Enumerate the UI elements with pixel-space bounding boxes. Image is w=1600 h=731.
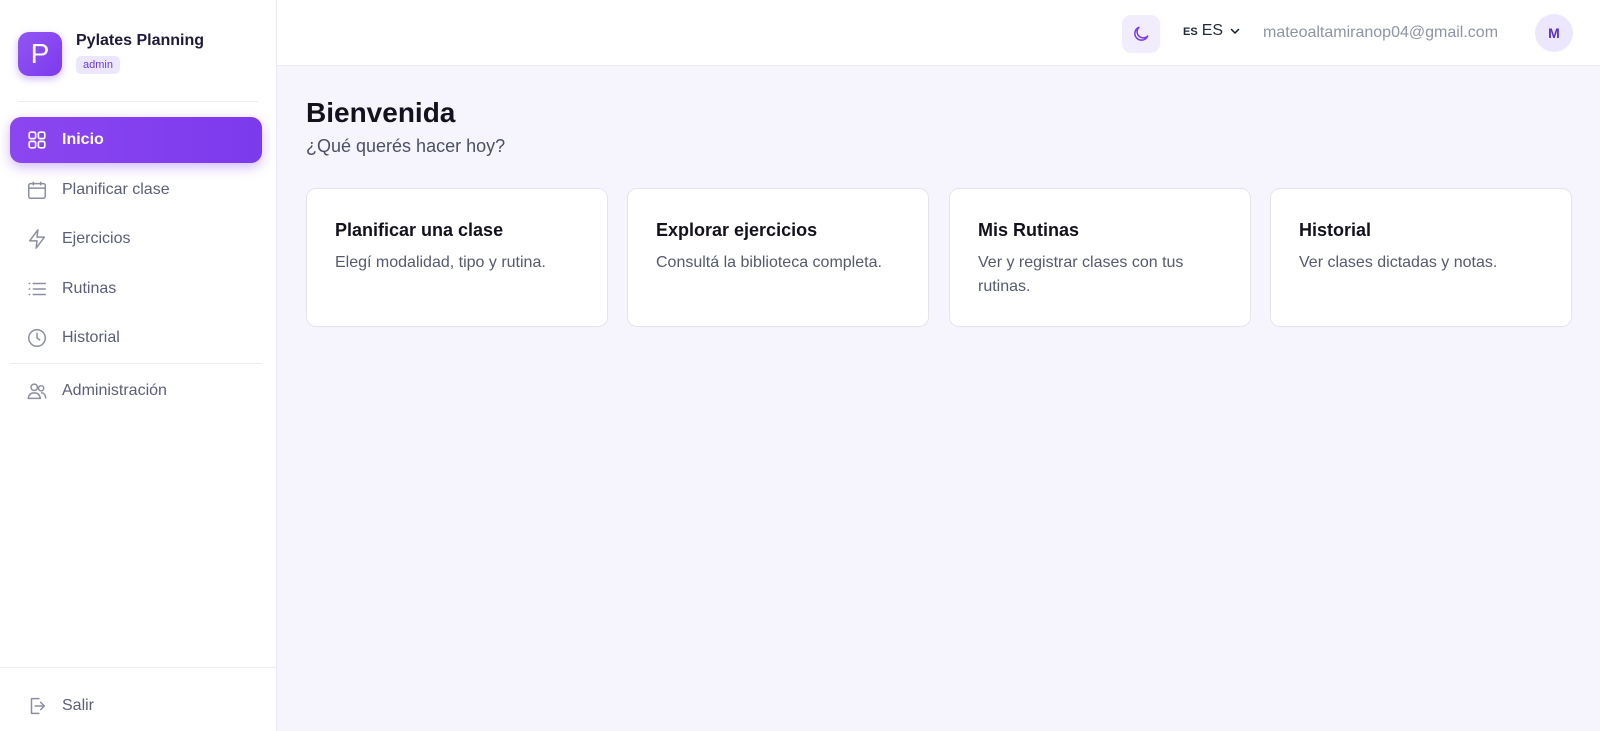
language-code: ES: [1183, 26, 1198, 38]
card-explorar-ejercicios[interactable]: Explorar ejercicios Consultá la bibliote…: [627, 188, 929, 327]
card-planificar-clase[interactable]: Planificar una clase Elegí modalidad, ti…: [306, 188, 608, 327]
brand-logo: P: [18, 32, 62, 76]
sidebar-item-inicio[interactable]: Inicio: [10, 117, 262, 163]
logout-button[interactable]: Salir: [10, 683, 262, 729]
brand-name: Pylates Planning: [76, 32, 205, 49]
sidebar-item-label: Administración: [62, 382, 167, 399]
card-description: Ver y registrar clases con tus rutinas.: [978, 254, 1184, 295]
sidebar-item-label: Inicio: [62, 131, 104, 148]
sidebar: P Pylates Planning admin Inicio Planific…: [0, 0, 277, 731]
clock-icon: [28, 329, 46, 347]
card-mis-rutinas[interactable]: Mis Rutinas Ver y registrar clases con t…: [949, 188, 1251, 327]
list-icon: [28, 282, 46, 296]
sidebar-item-planificar-clase[interactable]: Planificar clase: [10, 167, 262, 213]
users-icon: [27, 383, 47, 400]
user-email: mateoaltamiranop04@gmail.com: [1263, 24, 1499, 41]
chevron-down-icon: [1230, 28, 1240, 34]
sidebar-item-historial[interactable]: Historial: [10, 315, 262, 361]
logout-icon: [30, 697, 46, 715]
page-subtitle: ¿Qué querés hacer hoy?: [306, 136, 506, 156]
card-title: Mis Rutinas: [978, 220, 1080, 240]
sidebar-divider: [0, 667, 277, 668]
sidebar-item-administracion[interactable]: Administración: [10, 368, 262, 414]
sidebar-item-ejercicios[interactable]: Ejercicios: [10, 216, 262, 262]
sidebar-item-rutinas[interactable]: Rutinas: [10, 266, 262, 312]
sidebar-item-label: Ejercicios: [62, 230, 131, 247]
brand: P Pylates Planning admin: [18, 32, 263, 78]
lightning-icon: [28, 229, 46, 249]
card-description: Consultá la biblioteca completa.: [656, 254, 882, 271]
card-description: Elegí modalidad, tipo y rutina.: [335, 254, 546, 271]
card-title: Planificar una clase: [335, 220, 504, 240]
avatar[interactable]: M: [1535, 14, 1573, 52]
moon-icon: [1134, 26, 1149, 41]
page-title: Bienvenida: [306, 97, 456, 128]
calendar-icon: [28, 181, 46, 199]
topbar: ES ES mateoaltamiranop04@gmail.com M: [277, 0, 1600, 66]
card-title: Historial: [1299, 220, 1372, 240]
theme-toggle-button[interactable]: [1122, 15, 1160, 53]
logout-label: Salir: [62, 697, 95, 714]
card-title: Explorar ejercicios: [656, 220, 818, 240]
language-label: ES: [1201, 22, 1224, 39]
sidebar-divider: [10, 363, 262, 364]
language-selector[interactable]: ES ES: [1183, 22, 1241, 40]
role-badge: admin: [76, 56, 120, 74]
sidebar-item-label: Rutinas: [62, 280, 117, 297]
sidebar-divider: [18, 101, 258, 102]
card-description: Ver clases dictadas y notas.: [1299, 254, 1498, 271]
card-historial[interactable]: Historial Ver clases dictadas y notas.: [1270, 188, 1572, 327]
grid-icon: [28, 131, 46, 149]
sidebar-item-label: Historial: [62, 329, 120, 346]
sidebar-item-label: Planificar clase: [62, 181, 170, 198]
